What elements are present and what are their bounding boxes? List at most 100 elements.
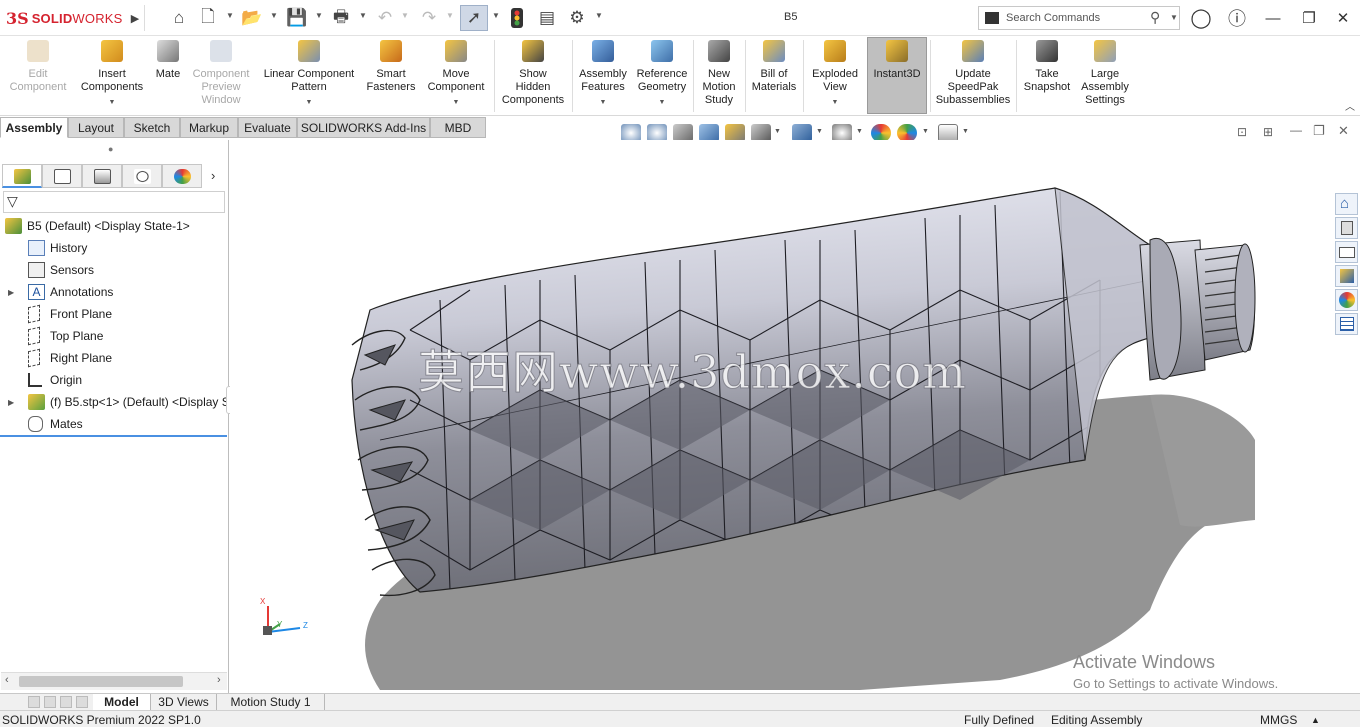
last-tab-nav-icon[interactable] — [76, 696, 88, 708]
appearances-scenes-icon[interactable] — [1335, 289, 1358, 311]
smart-fasteners-button[interactable]: Smart Fasteners — [364, 38, 418, 114]
more-tabs-chevron-icon[interactable]: › — [211, 168, 215, 183]
rollback-bar[interactable] — [0, 435, 227, 437]
view-orientation-dropdown-icon[interactable]: ▼ — [774, 128, 781, 135]
tab-mbd[interactable]: MBD — [430, 117, 486, 138]
viewport-layout-icon[interactable]: ⊡ — [1237, 125, 1247, 139]
custom-properties-icon[interactable] — [1335, 313, 1358, 335]
viewport-minimize-icon[interactable]: — — [1290, 123, 1302, 137]
reference-geometry-button[interactable]: Reference Geometry ▼ — [633, 38, 691, 114]
undo-dropdown-icon[interactable]: ▼ — [401, 11, 409, 23]
viewport-close-icon[interactable]: ✕ — [1338, 123, 1349, 139]
update-speedpak-button[interactable]: Update SpeedPak Subassemblies — [932, 38, 1014, 114]
unit-system-selector[interactable]: MMGS — [1260, 713, 1297, 727]
move-component-button[interactable]: Move Component ▼ — [422, 38, 490, 114]
select-dropdown-icon[interactable]: ▼ — [492, 11, 500, 23]
redo-icon[interactable]: ↷ — [418, 7, 440, 29]
next-tab-nav-icon[interactable] — [60, 696, 72, 708]
tab-solidworks-add-ins[interactable]: SOLIDWORKS Add-Ins — [297, 117, 430, 138]
tree-item-b5-part[interactable]: ▶ (f) B5.stp<1> (Default) <Display S — [0, 392, 229, 412]
new-motion-study-button[interactable]: New Motion Study — [696, 38, 742, 114]
viewport-restore-icon[interactable]: ❐ — [1313, 123, 1325, 139]
redo-dropdown-icon[interactable]: ▼ — [446, 11, 454, 23]
tree-item-front-plane[interactable]: Front Plane — [0, 304, 229, 324]
tab-sketch[interactable]: Sketch — [124, 117, 180, 138]
move-component-dropdown-icon[interactable]: ▼ — [453, 96, 460, 109]
assembly-features-dropdown-icon[interactable]: ▼ — [600, 96, 607, 109]
restore-window-icon[interactable]: ❐ — [1298, 7, 1320, 29]
tab-markup[interactable]: Markup — [180, 117, 238, 138]
tab-dimxpert-manager[interactable] — [122, 164, 162, 188]
linear-component-pattern-button[interactable]: Linear Component Pattern ▼ — [256, 38, 362, 114]
filter-funnel-icon[interactable]: ▽ — [7, 193, 18, 210]
tree-item-mates[interactable]: Mates — [0, 414, 229, 434]
apply-scene-dropdown-icon[interactable]: ▼ — [922, 128, 929, 135]
bottle-model-render[interactable] — [230, 140, 1360, 693]
undo-icon[interactable]: ↶ — [374, 7, 396, 29]
tree-item-sensors[interactable]: Sensors — [0, 260, 229, 280]
tree-item-history[interactable]: History — [0, 238, 229, 258]
scrollbar-thumb[interactable] — [19, 676, 183, 687]
large-assembly-settings-button[interactable]: Large Assembly Settings — [1077, 38, 1133, 114]
tree-horizontal-scrollbar[interactable]: ‹ › — [1, 672, 227, 690]
file-properties-icon[interactable]: ▤ — [536, 7, 558, 29]
tab-model[interactable]: Model — [93, 694, 151, 710]
home-icon[interactable]: ⌂ — [168, 7, 190, 29]
component-preview-window-button[interactable]: Component Preview Window — [188, 38, 254, 114]
mate-button[interactable]: Mate — [150, 38, 186, 114]
prev-tab-nav-icon[interactable] — [44, 696, 56, 708]
tab-configuration-manager[interactable] — [82, 164, 122, 188]
tree-item-right-plane[interactable]: Right Plane — [0, 348, 229, 368]
minimize-window-icon[interactable]: — — [1262, 7, 1284, 29]
scroll-right-icon[interactable]: › — [217, 674, 221, 686]
expand-arrow-icon[interactable]: ▶ — [8, 398, 18, 407]
view-settings-dropdown-icon[interactable]: ▼ — [962, 128, 969, 135]
tree-filter-box[interactable]: ▽ — [3, 191, 225, 213]
display-style-dropdown-icon[interactable]: ▼ — [816, 128, 823, 135]
scroll-left-icon[interactable]: ‹ — [5, 674, 9, 686]
edit-component-button[interactable]: Edit Component — [4, 38, 72, 114]
print-dropdown-icon[interactable]: ▼ — [359, 11, 367, 23]
insert-components-dropdown-icon[interactable]: ▼ — [109, 96, 116, 109]
open-dropdown-icon[interactable]: ▼ — [270, 11, 278, 23]
search-commands-box[interactable]: Search Commands ⚲ ▼ — [978, 6, 1180, 30]
options-gear-icon[interactable]: ⚙ — [566, 7, 588, 29]
user-account-icon[interactable]: ◯ — [1190, 7, 1212, 29]
menu-expand-icon[interactable]: ▶ — [124, 7, 146, 29]
tab-display-manager[interactable] — [162, 164, 202, 188]
tab-layout[interactable]: Layout — [68, 117, 124, 138]
options-dropdown-icon[interactable]: ▼ — [595, 11, 603, 23]
save-icon[interactable]: 💾 — [286, 7, 308, 29]
tree-item-origin[interactable]: Origin — [0, 370, 229, 390]
reference-geometry-dropdown-icon[interactable]: ▼ — [659, 96, 666, 109]
search-dropdown-icon[interactable]: ▼ — [1170, 13, 1178, 22]
tab-evaluate[interactable]: Evaluate — [238, 117, 297, 138]
panel-grip-icon[interactable]: ● — [108, 144, 113, 154]
open-folder-icon[interactable]: 📂 — [241, 7, 263, 29]
save-dropdown-icon[interactable]: ▼ — [315, 11, 323, 23]
assembly-features-button[interactable]: Assembly Features ▼ — [575, 38, 631, 114]
first-tab-nav-icon[interactable] — [28, 696, 40, 708]
exploded-view-button[interactable]: Exploded View ▼ — [806, 38, 864, 114]
unit-system-arrow-icon[interactable]: ▲ — [1311, 715, 1320, 725]
instant3d-button[interactable]: Instant3D — [867, 37, 927, 114]
expand-arrow-icon[interactable]: ▶ — [8, 288, 18, 297]
insert-components-button[interactable]: Insert Components ▼ — [76, 38, 148, 114]
solidworks-logo[interactable]: 3S SOLIDWORKS — [6, 9, 123, 28]
tab-property-manager[interactable] — [42, 164, 82, 188]
search-icon[interactable]: ⚲ — [1150, 9, 1160, 26]
take-snapshot-button[interactable]: Take Snapshot — [1019, 38, 1075, 114]
tab-3d-views[interactable]: 3D Views — [151, 694, 217, 710]
file-explorer-folder-icon[interactable] — [1335, 241, 1358, 263]
close-window-icon[interactable]: ✕ — [1332, 7, 1354, 29]
rebuild-traffic-light-icon[interactable] — [506, 7, 528, 29]
linear-pattern-dropdown-icon[interactable]: ▼ — [306, 96, 313, 109]
viewport-split-icon[interactable]: ⊞ — [1263, 125, 1273, 139]
hide-show-dropdown-icon[interactable]: ▼ — [856, 128, 863, 135]
show-hidden-components-button[interactable]: Show Hidden Components — [497, 38, 569, 114]
bill-of-materials-button[interactable]: Bill of Materials — [748, 38, 800, 114]
collapse-ribbon-chevron-icon[interactable]: ︿ — [1345, 98, 1355, 113]
help-icon[interactable]: ⓘ — [1226, 7, 1248, 29]
new-dropdown-icon[interactable]: ▼ — [226, 11, 234, 23]
tab-motion-study-1[interactable]: Motion Study 1 — [217, 694, 325, 710]
